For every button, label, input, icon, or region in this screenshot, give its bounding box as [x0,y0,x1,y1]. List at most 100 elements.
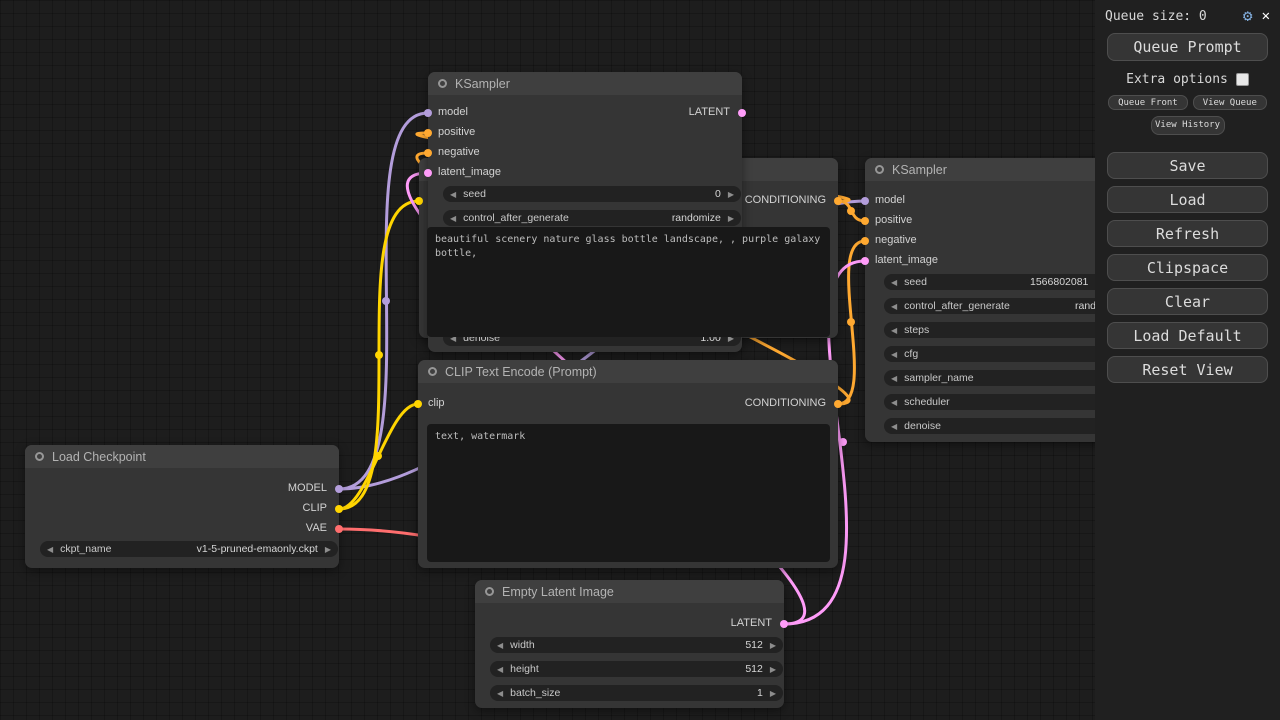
input-port-model-dot[interactable] [861,197,869,205]
stepper-left-icon[interactable]: ◀ [891,422,897,431]
menu-button-list: Save Load Refresh Clipspace Clear Load D… [1095,152,1280,383]
widget-label: control_after_generate [904,300,1010,312]
stepper-left-icon[interactable]: ◀ [891,302,897,311]
save-button[interactable]: Save [1107,152,1268,179]
input-port-negative-dot[interactable] [861,237,869,245]
widget-control-after-generate[interactable]: ◀ control_after_generate randomize ▶ [443,210,741,226]
output-port-model-dot[interactable] [335,485,343,493]
link-midpoint-dot [847,207,855,215]
menu-header: Queue size: 0 ⚙ ✕ [1095,0,1280,26]
positive-prompt-textarea[interactable]: beautiful scenery nature glass bottle la… [427,227,830,337]
widget-value: 1566802081 [1030,276,1088,288]
stepper-left-icon[interactable]: ◀ [891,398,897,407]
comfy-menu-panel: Queue size: 0 ⚙ ✕ Queue Prompt Extra opt… [1095,0,1280,720]
settings-gear-icon[interactable]: ⚙ [1243,8,1253,24]
comfyui-app: { "icons": { "gear": "⚙", "close": "✕", … [0,0,1280,720]
node-title: Empty Latent Image [502,585,614,599]
node-title-bar[interactable]: KSampler [428,72,742,95]
output-port-label: CONDITIONING [745,397,826,409]
stepper-right-icon[interactable]: ▶ [325,545,331,554]
widget-label: control_after_generate [463,212,569,224]
link-midpoint-dot [847,318,855,326]
clipspace-button[interactable]: Clipspace [1107,254,1268,281]
input-port-latent-image-dot[interactable] [861,257,869,265]
node-title-bar[interactable]: CLIP Text Encode (Prompt) [418,360,838,383]
negative-prompt-textarea[interactable]: text, watermark [427,424,830,562]
input-port-clip-dot[interactable] [415,197,423,205]
output-port-clip-dot[interactable] [335,505,343,513]
input-port-label: negative [875,234,917,246]
widget-label: height [510,663,539,675]
widget-label: seed [463,188,486,200]
load-default-button[interactable]: Load Default [1107,322,1268,349]
stepper-left-icon[interactable]: ◀ [497,689,503,698]
collapse-dot[interactable] [875,165,884,174]
node-title: KSampler [892,163,947,177]
input-port-model-dot[interactable] [424,109,432,117]
stepper-right-icon[interactable]: ▶ [728,190,734,199]
graph-canvas[interactable]: CLIP Text Encode (Prompt) clip CONDITION… [0,0,1280,720]
stepper-left-icon[interactable]: ◀ [450,190,456,199]
view-history-button[interactable]: View History [1151,116,1225,135]
stepper-right-icon[interactable]: ▶ [728,214,734,223]
widget-value: 512 [745,639,763,651]
queue-front-button[interactable]: Queue Front [1108,95,1188,110]
view-queue-button[interactable]: View Queue [1193,95,1267,110]
output-port-conditioning-dot[interactable] [834,197,842,205]
stepper-right-icon[interactable]: ▶ [770,689,776,698]
widget-width[interactable]: ◀ width 512 ▶ [490,637,783,653]
collapse-dot[interactable] [428,367,437,376]
stepper-right-icon[interactable]: ▶ [770,641,776,650]
input-port-negative-dot[interactable] [424,149,432,157]
node-title-bar[interactable]: Load Checkpoint [25,445,339,468]
close-icon[interactable]: ✕ [1262,9,1270,23]
widget-label: ckpt_name [60,543,111,555]
stepper-left-icon[interactable]: ◀ [497,665,503,674]
link-midpoint-dot [839,438,847,446]
collapse-dot[interactable] [35,452,44,461]
output-port-vae-dot[interactable] [335,525,343,533]
input-port-latent-image-dot[interactable] [424,169,432,177]
collapse-dot[interactable] [438,79,447,88]
output-port-latent-dot[interactable] [780,620,788,628]
output-port-label: CLIP [303,502,327,514]
load-button[interactable]: Load [1107,186,1268,213]
clear-button[interactable]: Clear [1107,288,1268,315]
widget-label: denoise [904,420,941,432]
reset-view-button[interactable]: Reset View [1107,356,1268,383]
output-port-conditioning-dot[interactable] [834,400,842,408]
widget-batch-size[interactable]: ◀ batch_size 1 ▶ [490,685,783,701]
stepper-left-icon[interactable]: ◀ [891,326,897,335]
stepper-left-icon[interactable]: ◀ [497,641,503,650]
stepper-left-icon[interactable]: ◀ [891,278,897,287]
widget-label: steps [904,324,929,336]
widget-value: v1-5-pruned-emaonly.ckpt [197,543,318,555]
extra-options-checkbox[interactable] [1236,73,1249,86]
widget-height[interactable]: ◀ height 512 ▶ [490,661,783,677]
node-title-bar[interactable]: Empty Latent Image [475,580,784,603]
input-port-label: positive [438,126,475,138]
stepper-left-icon[interactable]: ◀ [891,350,897,359]
widget-ckpt-name[interactable]: ◀ ckpt_name v1-5-pruned-emaonly.ckpt ▶ [40,541,338,557]
refresh-button[interactable]: Refresh [1107,220,1268,247]
stepper-right-icon[interactable]: ▶ [770,665,776,674]
node-title: KSampler [455,77,510,91]
queue-prompt-button[interactable]: Queue Prompt [1107,33,1268,61]
input-port-positive-dot[interactable] [424,129,432,137]
widget-seed[interactable]: ◀ seed 0 ▶ [443,186,741,202]
queue-size-label: Queue size: 0 [1105,9,1234,24]
node-load-checkpoint[interactable]: Load Checkpoint MODEL CLIP VAE ◀ ckpt_na… [25,445,339,568]
stepper-left-icon[interactable]: ◀ [450,214,456,223]
widget-value: randomize [672,212,721,224]
input-port-label: latent_image [438,166,501,178]
collapse-dot[interactable] [485,587,494,596]
widget-label: sampler_name [904,372,973,384]
node-empty-latent-image[interactable]: Empty Latent Image LATENT ◀ width 512 ▶ … [475,580,784,708]
link-midpoint-dot [382,297,390,305]
stepper-left-icon[interactable]: ◀ [47,545,53,554]
input-port-positive-dot[interactable] [861,217,869,225]
input-port-clip-dot[interactable] [414,400,422,408]
stepper-left-icon[interactable]: ◀ [891,374,897,383]
output-port-latent-dot[interactable] [738,109,746,117]
widget-value: 0 [715,188,721,200]
